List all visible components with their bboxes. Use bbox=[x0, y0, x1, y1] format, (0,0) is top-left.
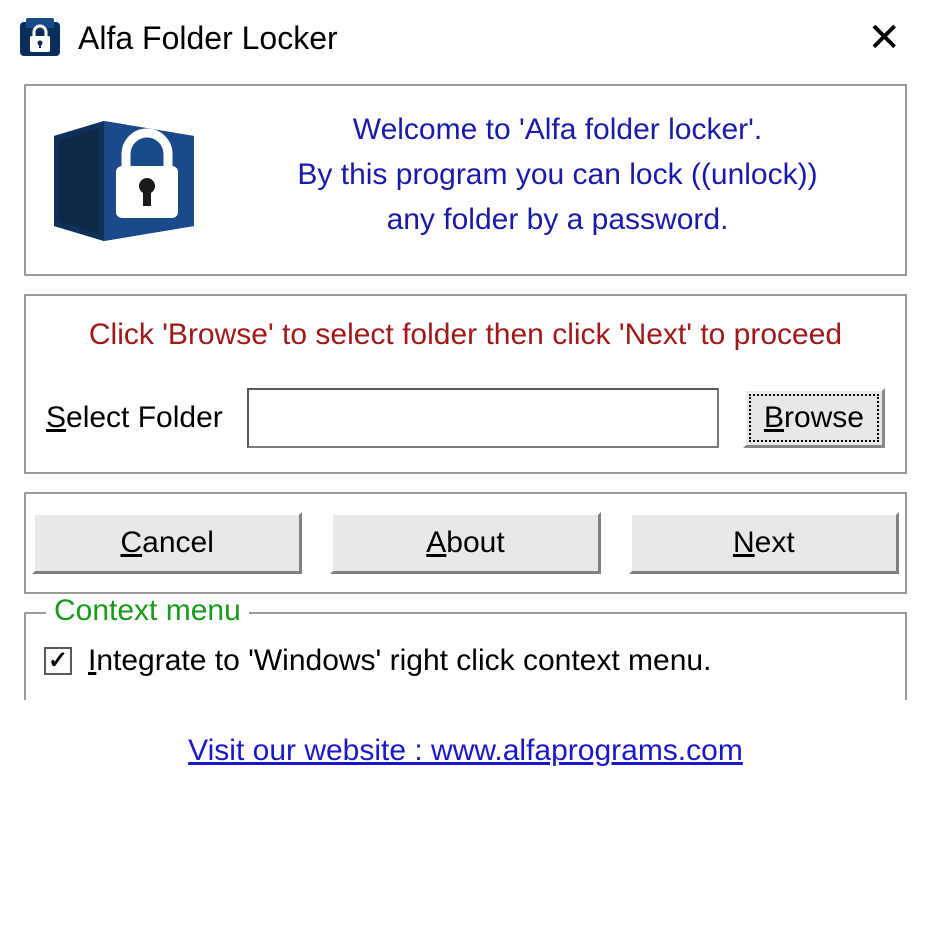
main-window: Alfa Folder Locker ✕ Welcome to 'Alfa fo… bbox=[0, 0, 931, 776]
button-panel: Cancel About Next bbox=[24, 492, 907, 594]
window-title: Alfa Folder Locker bbox=[78, 20, 338, 57]
footer: Visit our website : www.alfaprograms.com bbox=[16, 734, 915, 768]
next-button[interactable]: Next bbox=[629, 512, 899, 574]
close-icon[interactable]: ✕ bbox=[859, 18, 909, 58]
integrate-checkbox-row[interactable]: ✓ Integrate to 'Windows' right click con… bbox=[44, 644, 887, 678]
welcome-line2: By this program you can lock ((unlock)) bbox=[228, 152, 887, 197]
browse-button[interactable]: Browse bbox=[743, 388, 885, 448]
context-menu-group: Context menu ✓ Integrate to 'Windows' ri… bbox=[24, 612, 907, 700]
select-folder-label: Select Folder bbox=[46, 401, 223, 435]
website-link[interactable]: Visit our website : www.alfaprograms.com bbox=[188, 734, 743, 767]
integrate-checkbox[interactable]: ✓ bbox=[44, 647, 72, 675]
app-lock-icon bbox=[16, 14, 64, 62]
cancel-button[interactable]: Cancel bbox=[32, 512, 302, 574]
select-panel: Click 'Browse' to select folder then cli… bbox=[24, 294, 907, 474]
welcome-panel: Welcome to 'Alfa folder locker'. By this… bbox=[24, 84, 907, 276]
welcome-text: Welcome to 'Alfa folder locker'. By this… bbox=[228, 101, 887, 242]
folder-lock-icon bbox=[44, 96, 204, 246]
instruction-text: Click 'Browse' to select folder then cli… bbox=[44, 318, 887, 352]
folder-path-input[interactable] bbox=[247, 388, 719, 448]
welcome-line3: any folder by a password. bbox=[228, 197, 887, 242]
welcome-line1: Welcome to 'Alfa folder locker'. bbox=[228, 107, 887, 152]
select-row: Select Folder Browse bbox=[44, 388, 887, 458]
context-menu-legend: Context menu bbox=[46, 594, 249, 628]
checkmark-icon: ✓ bbox=[48, 649, 68, 673]
about-button[interactable]: About bbox=[330, 512, 600, 574]
integrate-label: Integrate to 'Windows' right click conte… bbox=[88, 644, 711, 678]
titlebar-left: Alfa Folder Locker bbox=[16, 14, 338, 62]
titlebar: Alfa Folder Locker ✕ bbox=[16, 10, 915, 72]
